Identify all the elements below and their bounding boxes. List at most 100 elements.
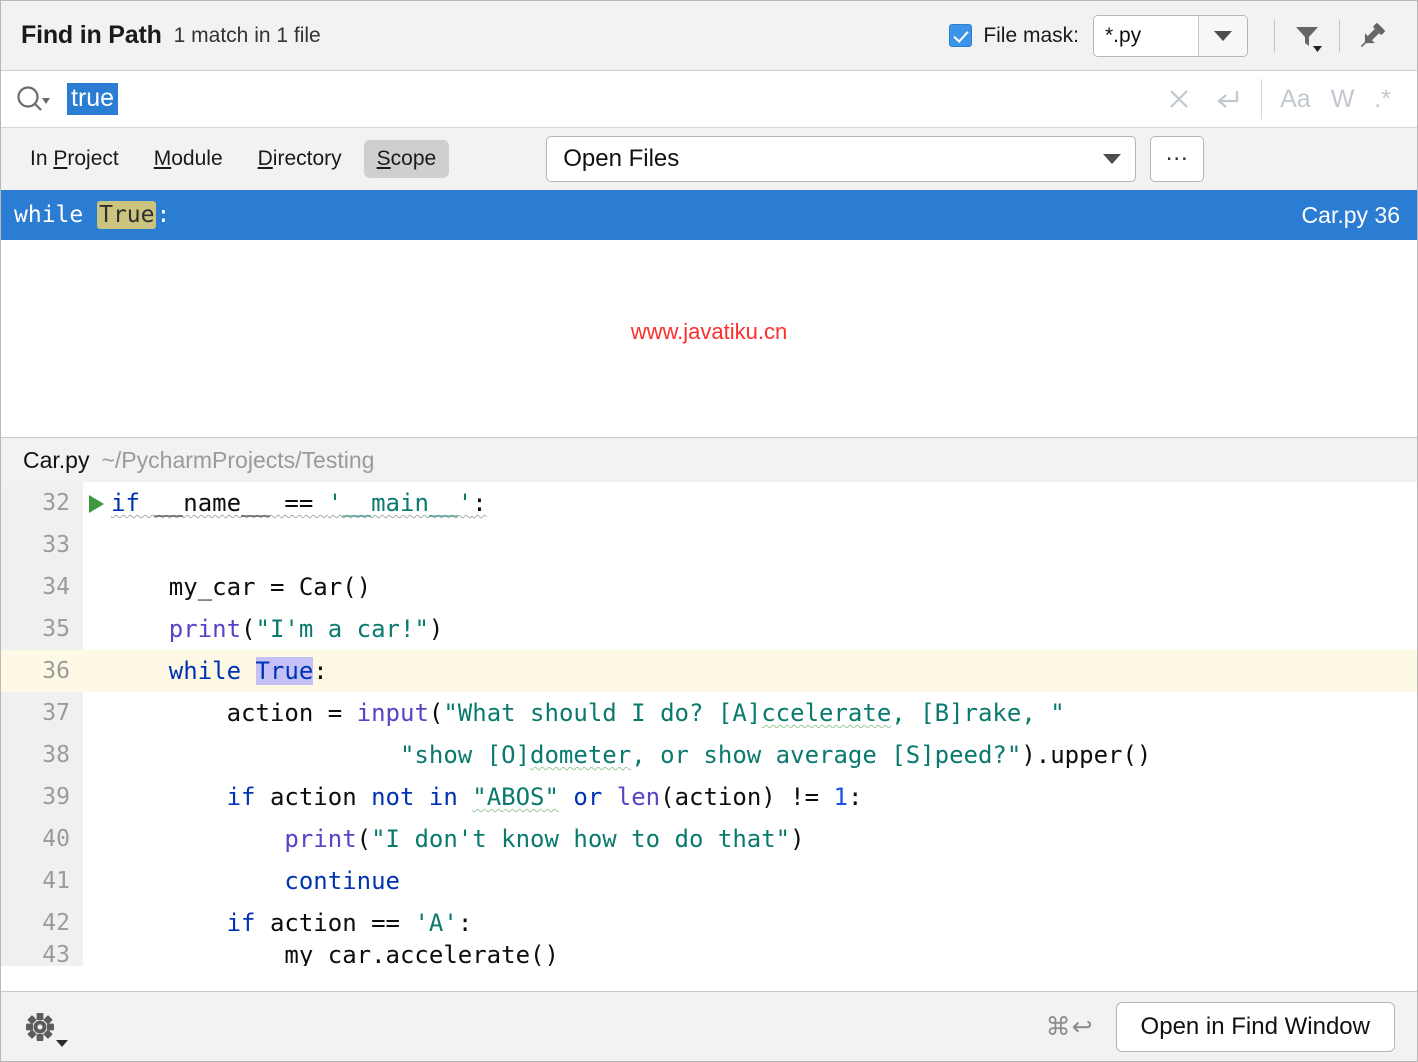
code-line: 36 while True:	[1, 650, 1417, 692]
code-token: print	[284, 825, 356, 853]
code-token: len	[617, 783, 660, 811]
code-line: 37 action = input("What should I do? [A]…	[1, 692, 1417, 734]
preview-file-path: ~/PycharmProjects/Testing	[101, 447, 374, 474]
scope-tab-module[interactable]: Module	[141, 140, 236, 178]
scope-more-button[interactable]: ...	[1150, 136, 1204, 182]
line-number: 33	[1, 524, 83, 566]
code-token: or	[573, 783, 602, 811]
pin-button[interactable]	[1349, 13, 1395, 59]
code-token: :	[472, 489, 486, 517]
filter-icon	[1291, 20, 1323, 52]
file-mask-combo: *.py	[1093, 15, 1248, 57]
code-token: )	[790, 825, 804, 853]
search-input[interactable]: true	[67, 83, 118, 116]
code-token: (	[241, 615, 255, 643]
code-token	[111, 615, 169, 643]
filter-button[interactable]	[1284, 13, 1330, 59]
code-token: not in	[371, 783, 458, 811]
code-token	[559, 783, 573, 811]
code-token: (	[357, 825, 371, 853]
scope-row: In Project Module Directory Scope Open F…	[1, 128, 1417, 190]
result-code-before: while	[14, 202, 97, 228]
scope-tab-module-mnemonic: M	[154, 147, 172, 170]
file-mask-input[interactable]: *.py	[1094, 16, 1199, 56]
code-line-text: while True:	[83, 650, 328, 692]
code-token: (	[429, 699, 443, 727]
result-file-location: Car.py 36	[1302, 202, 1400, 229]
code-token: __name__ ==	[140, 489, 328, 517]
scope-tab-module-post: odule	[171, 147, 222, 170]
code-token	[602, 783, 616, 811]
code-token	[458, 783, 472, 811]
match-summary: 1 match in 1 file	[174, 24, 321, 48]
chevron-down-icon	[1214, 31, 1232, 41]
scope-tab-in-project-mnemonic: P	[53, 147, 67, 170]
clear-search-button[interactable]	[1155, 77, 1203, 121]
code-line: 43 my_car.accelerate()	[1, 944, 1417, 966]
match-case-toggle[interactable]: Aa	[1270, 85, 1321, 114]
new-line-icon	[1211, 85, 1243, 113]
line-number: 38	[1, 734, 83, 776]
code-line-text: if action not in "ABOS" or len(action) !…	[83, 776, 862, 818]
code-token	[111, 867, 284, 895]
run-icon[interactable]	[89, 495, 104, 513]
code-line-text: print("I'm a car!")	[83, 608, 443, 650]
search-icon	[15, 84, 51, 114]
regex-toggle[interactable]: .*	[1364, 85, 1401, 114]
code-line-text: print("I don't know how to do that")	[83, 818, 805, 860]
line-number: 39	[1, 776, 83, 818]
result-match-highlight: True	[97, 201, 156, 229]
settings-button[interactable]	[23, 1010, 57, 1044]
code-line-text: if action == 'A':	[83, 902, 472, 944]
open-in-find-window-button[interactable]: Open in Find Window	[1116, 1002, 1395, 1052]
result-code-after: :	[156, 202, 170, 228]
result-row[interactable]: while True: Car.py 36	[1, 190, 1417, 240]
file-mask-dropdown-button[interactable]	[1199, 16, 1247, 56]
titlebar-divider-right	[1339, 20, 1340, 52]
preview-pane: Car.py ~/PycharmProjects/Testing 32if __…	[1, 438, 1417, 991]
code-line: 41 continue	[1, 860, 1417, 902]
line-number: 32	[1, 482, 83, 524]
code-preview[interactable]: 32if __name__ == '__main__':3334 my_car …	[1, 482, 1417, 991]
code-token: , or show average [S]peed?"	[631, 741, 1021, 769]
code-line-text: action = input("What should I do? [A]cce…	[83, 692, 1065, 734]
dialog-titlebar: Find in Path 1 match in 1 file File mask…	[1, 1, 1417, 71]
code-token: , [B]rake, "	[891, 699, 1064, 727]
chevron-down-icon	[1103, 154, 1121, 164]
code-token: if	[111, 489, 140, 517]
line-number: 37	[1, 692, 83, 734]
scope-select[interactable]: Open Files	[546, 136, 1136, 182]
search-options-button[interactable]	[15, 84, 51, 114]
scope-tab-in-project[interactable]: In Project	[17, 140, 132, 178]
dialog-footer: ⌘↩ Open in Find Window	[1, 991, 1417, 1061]
code-token: 'A'	[414, 909, 457, 937]
chevron-down-icon	[56, 1040, 68, 1047]
line-number: 40	[1, 818, 83, 860]
code-token: :	[313, 657, 327, 685]
shortcut-hint: ⌘↩	[1046, 1012, 1094, 1042]
code-token: '__main__'	[328, 489, 473, 517]
code-token	[111, 657, 169, 685]
find-in-path-dialog: Find in Path 1 match in 1 file File mask…	[0, 0, 1418, 1062]
file-mask-checkbox[interactable]	[949, 24, 972, 47]
code-token: ).upper()	[1021, 741, 1151, 769]
scope-tab-scope[interactable]: Scope	[364, 140, 450, 178]
close-icon	[1166, 86, 1192, 112]
code-token: )	[429, 615, 443, 643]
scope-select-value: Open Files	[563, 145, 1103, 173]
scope-tab-directory-post: irectory	[273, 147, 342, 170]
line-number: 34	[1, 566, 83, 608]
scope-tab-directory[interactable]: Directory	[245, 140, 355, 178]
code-token: "What should I do? [A]	[443, 699, 761, 727]
code-token: True	[256, 657, 314, 685]
words-toggle[interactable]: W	[1321, 85, 1365, 114]
code-line: 38 "show [O]dometer, or show average [S]…	[1, 734, 1417, 776]
scope-tab-in-project-post: roject	[67, 147, 118, 170]
search-row: true Aa W .*	[1, 71, 1417, 128]
code-token: "ABOS"	[472, 783, 559, 811]
new-line-button[interactable]	[1203, 77, 1251, 121]
code-line-text: continue	[83, 860, 400, 902]
code-line: 40 print("I don't know how to do that")	[1, 818, 1417, 860]
code-token: "I'm a car!"	[256, 615, 429, 643]
code-line-text: if __name__ == '__main__':	[83, 482, 487, 524]
